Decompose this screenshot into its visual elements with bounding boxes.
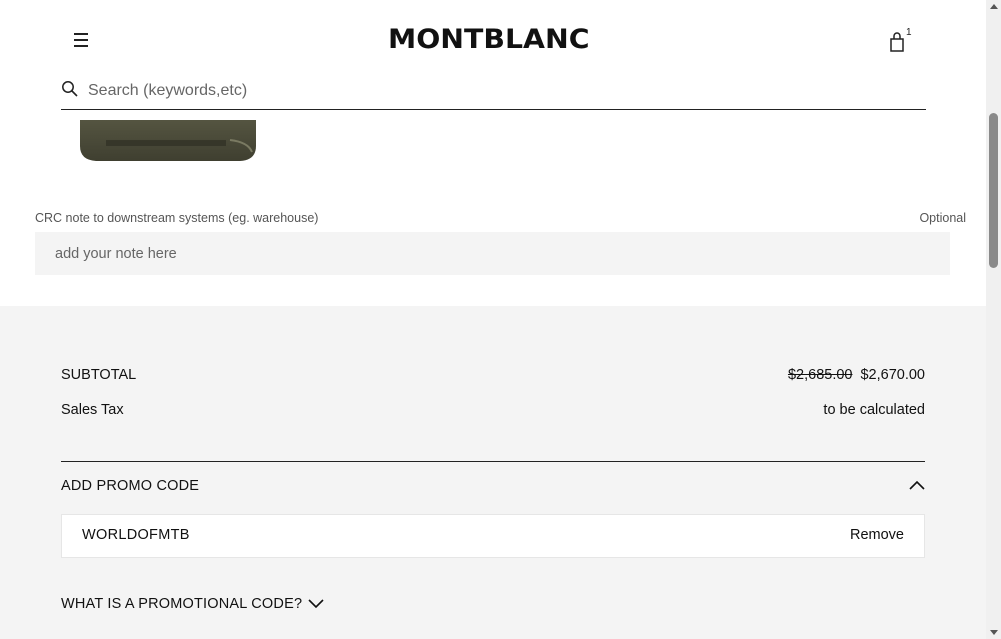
page-scrollbar[interactable] — [986, 0, 1001, 639]
remove-promo-button[interactable]: Remove — [850, 527, 904, 543]
divider — [61, 461, 925, 462]
search-input[interactable] — [86, 76, 910, 106]
subtotal-original-price: $2,685.00 — [787, 367, 853, 383]
bag-count-badge: 1 — [906, 27, 912, 38]
promo-code-value: WORLDOFMTB — [82, 527, 190, 543]
promo-info-toggle[interactable]: WHAT IS A PROMOTIONAL CODE? — [61, 596, 324, 612]
sales-tax-label: Sales Tax — [61, 402, 124, 418]
subtotal-amounts: $2,685.00 $2,670.00 — [788, 367, 925, 383]
search-icon[interactable] — [61, 80, 79, 98]
promo-info-label: WHAT IS A PROMOTIONAL CODE? — [61, 596, 303, 612]
shopping-bag-icon — [890, 32, 904, 52]
note-field-container — [35, 232, 950, 275]
note-input[interactable] — [35, 232, 950, 275]
chevron-down-icon — [308, 599, 324, 609]
chevron-up-icon — [909, 480, 925, 490]
hamburger-menu-icon[interactable] — [72, 30, 92, 50]
order-summary: SUBTOTAL $2,685.00 $2,670.00 Sales Tax to… — [0, 306, 986, 639]
note-optional-label: Optional — [919, 211, 966, 225]
scrollbar-thumb[interactable] — [989, 113, 998, 268]
site-header: MONTBLANC 1 — [0, 0, 986, 120]
applied-promo-code: WORLDOFMTB Remove — [61, 514, 925, 558]
subtotal-row: SUBTOTAL $2,685.00 $2,670.00 — [61, 367, 925, 383]
sales-tax-row: Sales Tax to be calculated — [61, 402, 925, 418]
note-label: CRC note to downstream systems (eg. ware… — [35, 211, 319, 225]
page: MONTBLANC 1 CRC note to downstrea — [0, 0, 986, 639]
search-bar — [61, 74, 926, 110]
scroll-up-arrow-icon[interactable] — [990, 4, 998, 9]
subtotal-label: SUBTOTAL — [61, 367, 137, 383]
promo-code-toggle[interactable]: ADD PROMO CODE — [61, 478, 925, 500]
subtotal-price: $2,670.00 — [860, 367, 925, 383]
scroll-down-arrow-icon[interactable] — [990, 630, 998, 635]
brand-logo[interactable]: MONTBLANC — [388, 24, 590, 55]
sales-tax-value: to be calculated — [823, 402, 925, 418]
promo-code-heading: ADD PROMO CODE — [61, 478, 200, 494]
shopping-bag-button[interactable]: 1 — [888, 27, 912, 56]
